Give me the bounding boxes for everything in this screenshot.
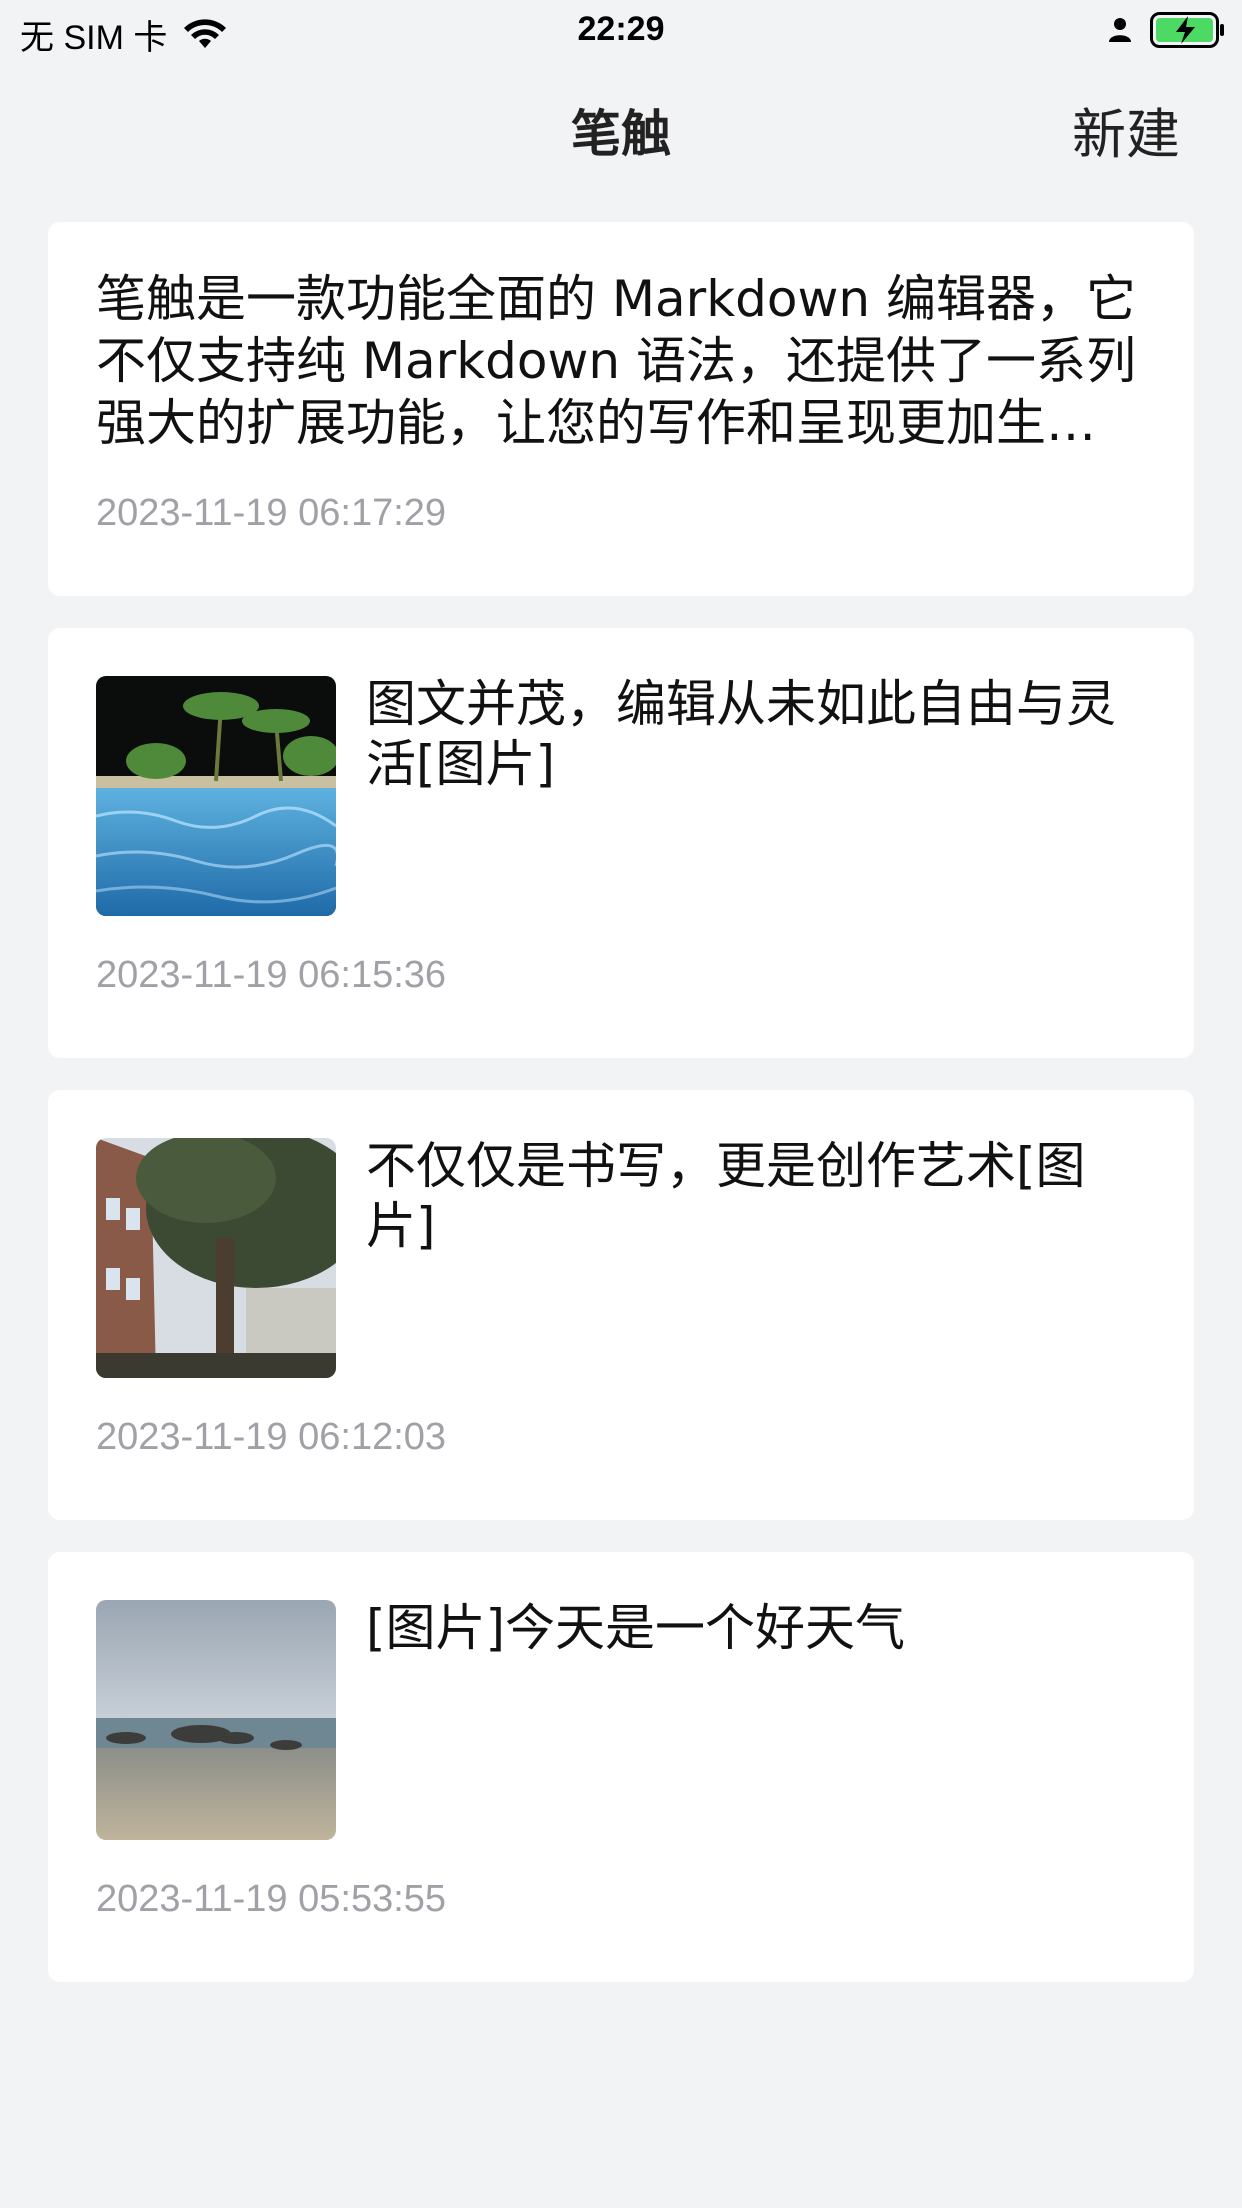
status-time: 22:29 (577, 10, 665, 48)
tree-buildings-image (96, 1138, 336, 1378)
note-list: 笔触是一款功能全面的 Markdown 编辑器，它不仅支持纯 Markdown … (48, 222, 1194, 2014)
note-date: 2023-11-19 05:53:55 (96, 1878, 447, 1920)
note-thumbnail (96, 1600, 336, 1840)
note-date: 2023-11-19 06:15:36 (96, 954, 447, 996)
note-thumbnail (96, 676, 336, 916)
note-date: 2023-11-19 06:17:29 (96, 492, 447, 534)
note-text: [图片]今天是一个好天气 (366, 1599, 906, 1657)
beach-image (96, 1600, 336, 1840)
person-icon (1109, 18, 1131, 42)
note-text: 图文并茂，编辑从未如此自由与灵活[图片] (366, 675, 1116, 793)
note-card[interactable]: [图片]今天是一个好天气 2023-11-19 05:53:55 (48, 1552, 1194, 1982)
nav-bar: 笔触 新建 (0, 62, 1242, 192)
note-card[interactable]: 不仅仅是书写，更是创作艺术[图片] 2023-11-19 06:12:03 (48, 1090, 1194, 1520)
note-card[interactable]: 图文并茂，编辑从未如此自由与灵活[图片] 2023-11-19 06:15:36 (48, 628, 1194, 1058)
page-title: 笔触 (571, 105, 671, 163)
note-card[interactable]: 笔触是一款功能全面的 Markdown 编辑器，它不仅支持纯 Markdown … (48, 222, 1194, 596)
note-thumbnail (96, 1138, 336, 1378)
note-date: 2023-11-19 06:12:03 (96, 1416, 447, 1458)
battery-charging-icon (1150, 12, 1224, 48)
note-text: 笔触是一款功能全面的 Markdown 编辑器，它不仅支持纯 Markdown … (96, 270, 1136, 452)
note-text: 不仅仅是书写，更是创作艺术[图片] (366, 1137, 1086, 1255)
new-note-button[interactable]: 新建 (1072, 90, 1180, 169)
status-bar: 无 SIM 卡 22:29 (0, 0, 1242, 62)
night-pool-image (96, 676, 336, 916)
status-right (1104, 12, 1226, 48)
